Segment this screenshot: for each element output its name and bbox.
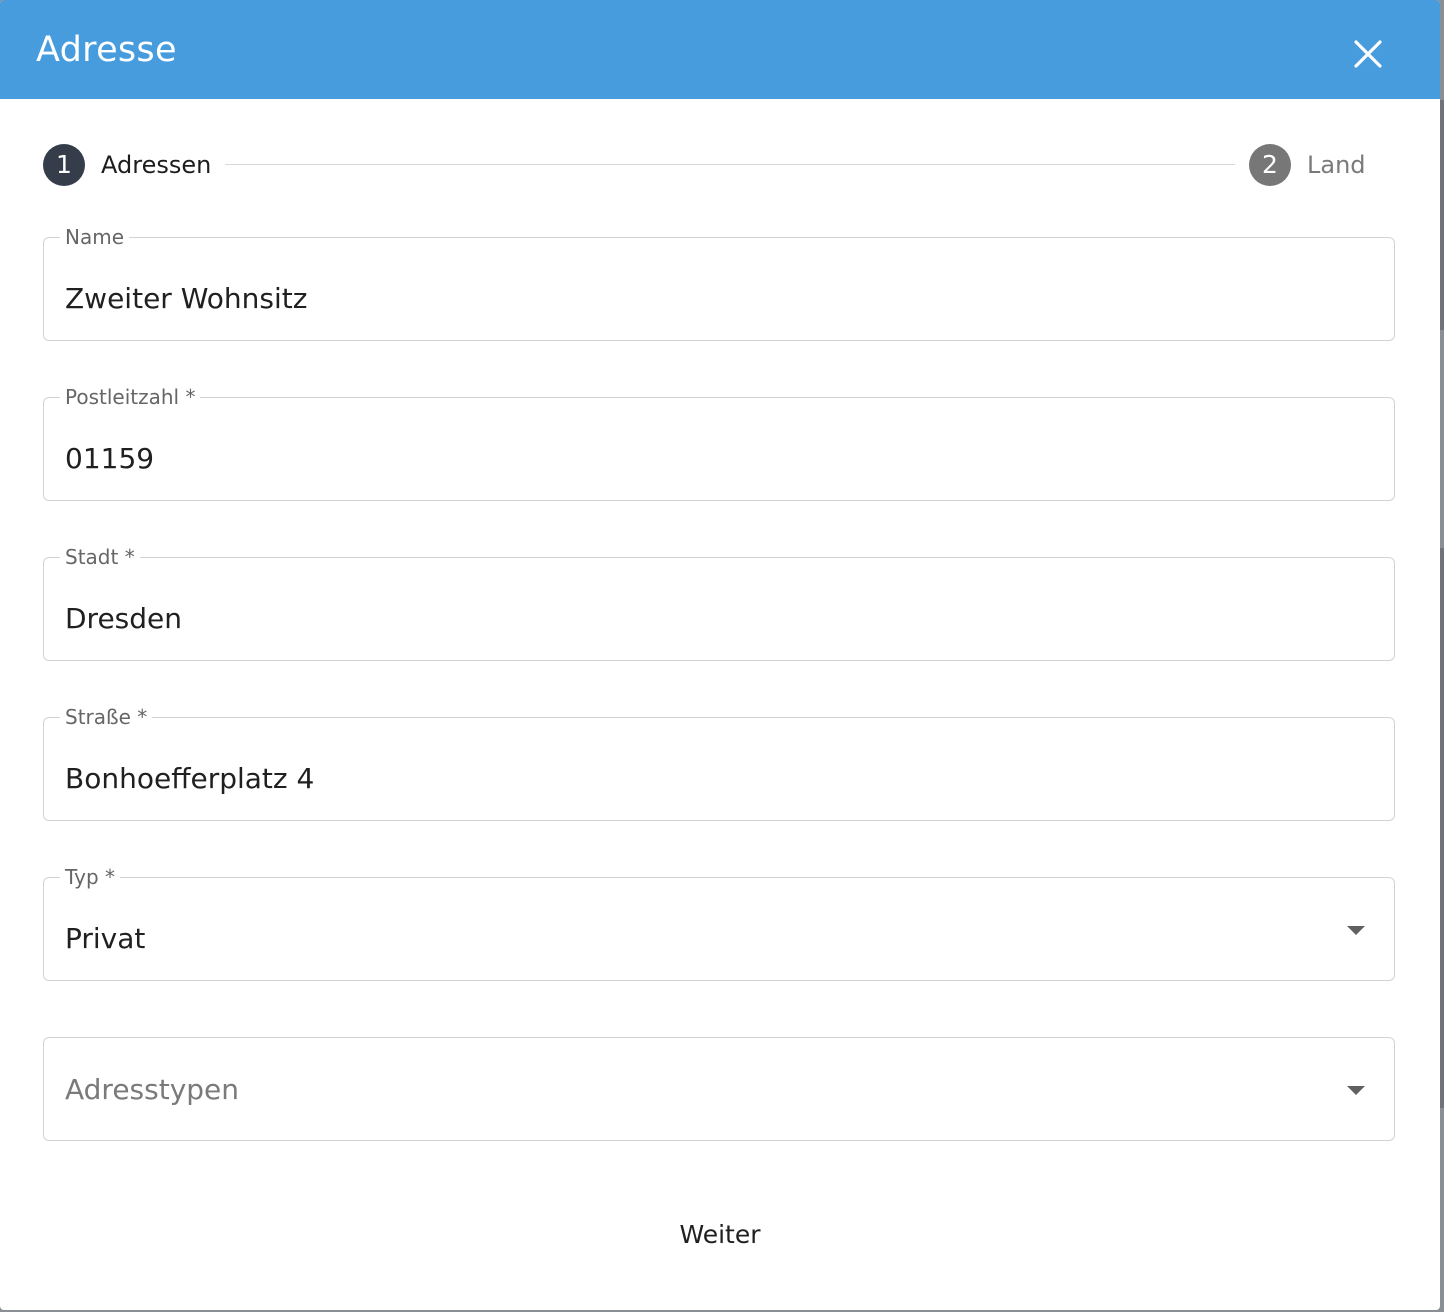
typ-value[interactable]: Privat	[65, 922, 145, 956]
postleitzahl-label: Postleitzahl *	[60, 384, 201, 410]
strasse-value[interactable]: Bonhoefferplatz 4	[65, 762, 314, 796]
background-edge	[1440, 548, 1444, 1108]
postleitzahl-field[interactable]: Postleitzahl * 01159	[43, 384, 1395, 501]
typ-select[interactable]: Typ * Privat	[43, 864, 1395, 981]
next-button[interactable]: Weiter	[620, 1212, 820, 1258]
name-label: Name	[60, 224, 130, 250]
name-value[interactable]: Zweiter Wohnsitz	[65, 282, 307, 316]
step-1-number[interactable]: 1	[43, 144, 85, 186]
step-1-label[interactable]: Adressen	[101, 150, 211, 180]
adresstypen-select[interactable]: Adresstypen	[43, 1037, 1395, 1141]
name-field[interactable]: Name Zweiter Wohnsitz	[43, 224, 1395, 341]
adresstypen-placeholder: Adresstypen	[65, 1073, 240, 1106]
chevron-down-icon[interactable]	[1347, 926, 1365, 935]
background-edge	[1440, 100, 1444, 330]
stadt-label: Stadt *	[60, 544, 140, 570]
strasse-label: Straße *	[60, 704, 153, 730]
step-connector	[225, 164, 1235, 165]
chevron-down-icon[interactable]	[1347, 1086, 1365, 1095]
stadt-value[interactable]: Dresden	[65, 602, 182, 636]
dialog-title: Adresse	[36, 30, 177, 70]
stadt-field[interactable]: Stadt * Dresden	[43, 544, 1395, 661]
stepper: 1 Adressen 2 Land	[0, 140, 1440, 190]
typ-label: Typ *	[60, 864, 120, 890]
address-dialog: Adresse 1 Adressen 2 Land Name Zweiter W…	[0, 0, 1440, 1310]
dialog-header: Adresse	[0, 0, 1440, 99]
close-button[interactable]	[1346, 32, 1390, 76]
close-icon	[1354, 40, 1382, 68]
strasse-field[interactable]: Straße * Bonhoefferplatz 4	[43, 704, 1395, 821]
postleitzahl-value[interactable]: 01159	[65, 442, 154, 476]
step-2-number[interactable]: 2	[1249, 144, 1291, 186]
step-2-label[interactable]: Land	[1307, 150, 1366, 180]
